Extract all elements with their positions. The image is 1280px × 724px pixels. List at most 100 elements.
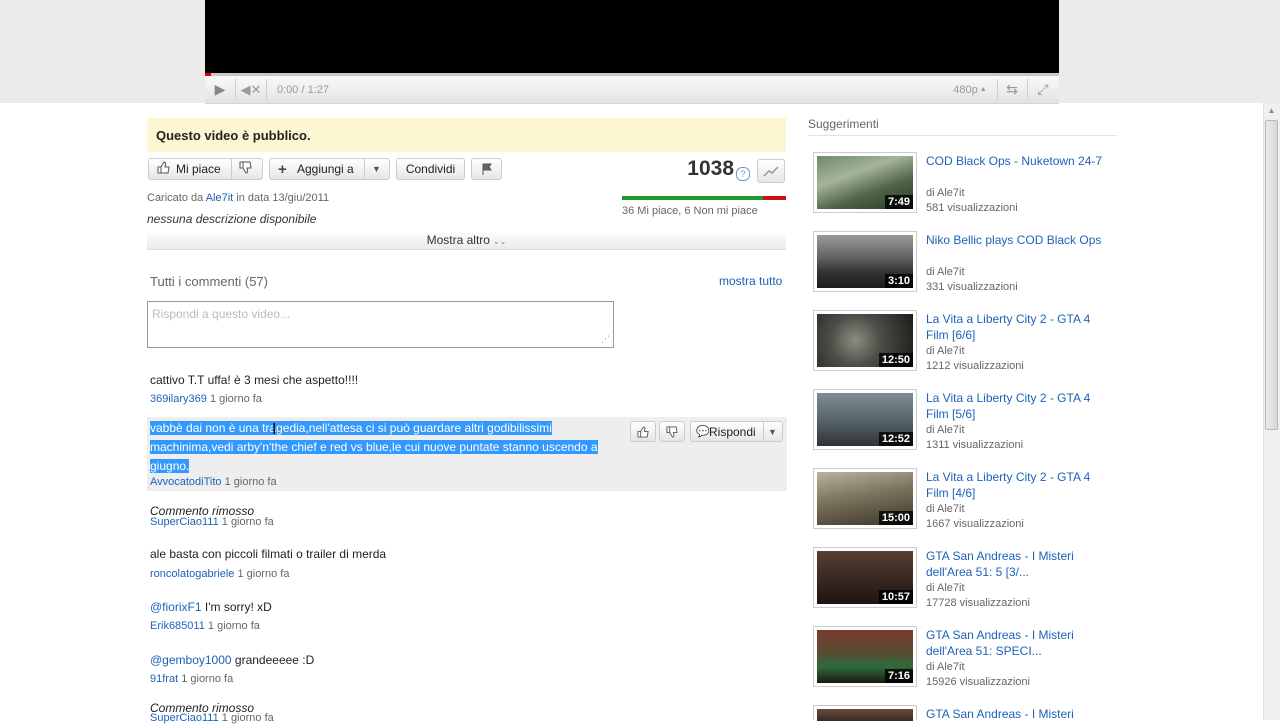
duration-badge: 3:10 — [884, 274, 913, 288]
suggestion-views: 1667 visualizzazioni — [926, 518, 1024, 530]
comment-text-selected: vabbè dai non è una tragedia,nell'attesa… — [150, 421, 598, 473]
suggestion-views: 1311 visualizzazioni — [926, 439, 1024, 451]
quality-button[interactable]: 480p ▲ — [950, 76, 990, 103]
comment-text: @fiorixF1 I'm sorry! xD — [150, 600, 272, 614]
comment-author[interactable]: roncolatogabriele — [150, 568, 234, 580]
scrollbar-thumb[interactable] — [1265, 120, 1278, 430]
view-count: 1038 — [687, 157, 734, 180]
comment-text: @gemboy1000 grandeeeee :D — [150, 653, 314, 667]
divider — [808, 135, 1117, 136]
flag-button[interactable] — [471, 158, 502, 180]
thumbs-down-icon — [239, 161, 252, 174]
duration-badge: 10:57 — [878, 590, 913, 604]
suggestion-author: di Ale7it — [926, 345, 965, 357]
uploaded-date: in data 13/giu/2011 — [236, 192, 330, 204]
chevron-down-icon[interactable]: ▼ — [768, 427, 777, 437]
comment-author[interactable]: Erik685011 — [150, 620, 205, 632]
comment-author[interactable]: 91frat — [150, 673, 178, 685]
popout-button[interactable]: ⇆ — [998, 76, 1026, 103]
play-icon: ▶ — [214, 81, 226, 97]
duration-badge: 7:16 — [884, 669, 913, 683]
comment-time: 1 giorno fa — [237, 568, 290, 580]
suggestion-thumbnail[interactable]: 7:16 — [813, 626, 917, 687]
comment-time: 1 giorno fa — [221, 516, 274, 528]
suggestion-title[interactable]: COD Black Ops - Nuketown 24-7 — [926, 153, 1116, 169]
comment-text: cattivo T.T uffa! è 3 mesi che aspetto!!… — [150, 373, 359, 387]
suggestion-views: 1212 visualizzazioni — [926, 360, 1024, 372]
resize-grip-icon[interactable]: ⋰ — [601, 334, 610, 345]
comment-time: 1 giorno fa — [209, 393, 262, 405]
fullscreen-icon: ⤢ — [1037, 81, 1049, 97]
comment-mention[interactable]: @gemboy1000 — [150, 653, 232, 667]
suggestion-thumbnail[interactable]: 12:52 — [813, 389, 917, 450]
uploaded-prefix: Caricato da — [147, 192, 204, 204]
suggestion-title[interactable]: GTA San Andreas - I Misteri dell'Area 51… — [926, 627, 1116, 659]
like-dislike-group: Mi piace — [148, 158, 263, 180]
player-controls: ▶ ◀✕ 0:00 / 1:27 480p ▲ ⇆ ⤢ — [205, 76, 1059, 104]
comment-author[interactable]: SuperCiao111 — [150, 516, 219, 528]
suggestion-thumbnail[interactable]: 15:00 — [813, 468, 917, 529]
suggestion-title[interactable]: La Vita a Liberty City 2 - GTA 4 Film [4… — [926, 469, 1116, 501]
comment-meta: SuperCiao111 1 giorno fa — [150, 712, 274, 724]
suggestion-thumbnail[interactable]: 7:49 — [813, 152, 917, 213]
suggestion-author: di Ale7it — [926, 582, 965, 594]
comment-dislike-button[interactable] — [659, 421, 685, 442]
suggestion-title[interactable]: La Vita a Liberty City 2 - GTA 4 Film [5… — [926, 390, 1116, 422]
comment-body: I'm sorry! xD — [201, 600, 272, 614]
comment-mention[interactable]: @fiorixF1 — [150, 600, 202, 614]
caret-up-icon: ▲ — [979, 86, 987, 93]
plus-icon: + — [278, 160, 287, 178]
suggestion-thumbnail[interactable]: 3:10 — [813, 231, 917, 292]
suggestion-thumbnail[interactable] — [813, 705, 917, 721]
suggestion-title[interactable]: Niko Bellic plays COD Black Ops — [926, 232, 1116, 248]
fullscreen-button[interactable]: ⤢ — [1028, 76, 1058, 103]
comment-meta: AvvocatodiTito 1 giorno fa — [150, 476, 277, 488]
thumbs-up-icon — [637, 425, 649, 438]
suggestion-title[interactable]: La Vita a Liberty City 2 - GTA 4 Film [6… — [926, 311, 1116, 343]
suggestion-views: 15926 visualizzazioni — [926, 676, 1030, 688]
show-more-label: Mostra altro — [426, 233, 490, 247]
suggestion-thumbnail[interactable]: 12:50 — [813, 310, 917, 371]
share-button[interactable]: Condividi — [396, 158, 465, 180]
dislike-button[interactable] — [239, 161, 252, 177]
duration-badge: 12:50 — [878, 353, 913, 367]
stats-button[interactable] — [757, 159, 785, 183]
text-cursor-icon: I — [272, 421, 277, 438]
mute-button[interactable]: ◀✕ — [236, 76, 266, 103]
comment-reply-group: 💬 Rispondi ▼ — [690, 421, 783, 442]
speech-bubble-icon: 💬 — [696, 426, 710, 438]
like-button[interactable]: Mi piace — [176, 162, 221, 176]
help-icon[interactable]: ? — [736, 167, 750, 181]
reply-button[interactable]: Rispondi — [709, 425, 756, 439]
add-to-button[interactable]: Aggiungi a — [297, 162, 354, 176]
volume-muted-icon: ◀✕ — [240, 81, 262, 97]
likes-bar — [622, 196, 763, 200]
comment-author[interactable]: AvvocatodiTito — [150, 476, 222, 488]
chevron-down-icon[interactable]: ▼ — [372, 164, 381, 174]
comment-time: 1 giorno fa — [221, 712, 274, 724]
thumbs-down-icon — [666, 425, 678, 438]
comment-like-button[interactable] — [630, 421, 656, 442]
duration-badge: 12:52 — [878, 432, 913, 446]
uploader-link[interactable]: Ale7it — [206, 192, 234, 204]
comment-meta: Erik685011 1 giorno fa — [150, 620, 260, 632]
add-to-group: + Aggiungi a ▼ — [269, 158, 390, 180]
comment-input[interactable]: Rispondi a questo video... — [147, 301, 614, 348]
comment-meta: 91frat 1 giorno fa — [150, 673, 233, 685]
play-button[interactable]: ▶ — [205, 76, 235, 103]
show-all-link[interactable]: mostra tutto — [719, 274, 782, 288]
comment-meta: SuperCiao111 1 giorno fa — [150, 516, 274, 528]
scroll-up-arrow-icon[interactable]: ▲ — [1265, 104, 1278, 118]
comment-author[interactable]: SuperCiao111 — [150, 712, 219, 724]
suggestion-author: di Ale7it — [926, 424, 965, 436]
comment-time: 1 giorno fa — [181, 673, 234, 685]
suggestion-author: di Ale7it — [926, 503, 965, 515]
show-more-button[interactable]: Mostra altro ⌄⌄ — [147, 233, 786, 250]
thumbs-up-icon — [157, 161, 170, 177]
comment-time: 1 giorno fa — [207, 620, 260, 632]
comment-body: grandeeeee :D — [231, 653, 315, 667]
comments-title: Tutti i commenti (57) — [150, 274, 268, 289]
suggestion-thumbnail[interactable]: 10:57 — [813, 547, 917, 608]
suggestion-title[interactable]: GTA San Andreas - I Misteri dell'Area 51… — [926, 548, 1116, 580]
comment-author[interactable]: 369ilary369 — [150, 393, 207, 405]
